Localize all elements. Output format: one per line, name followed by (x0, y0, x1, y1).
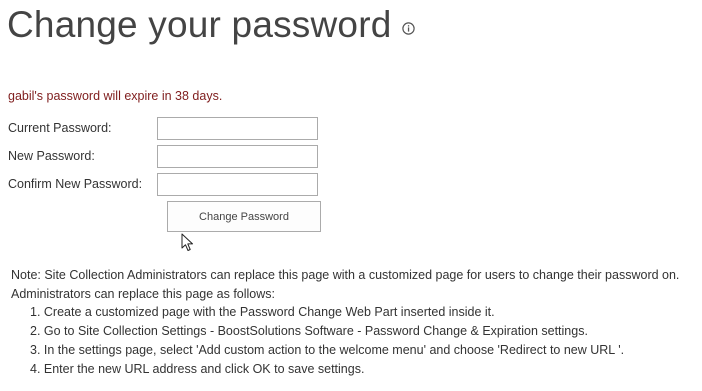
confirm-password-input[interactable] (157, 172, 318, 196)
note-step: 3. In the settings page, select 'Add cus… (30, 342, 625, 357)
note-line: Administrators can replace this page as … (11, 286, 276, 301)
page-header: Change your password (7, 0, 415, 50)
page-title: Change your password (7, 4, 392, 45)
note-steps-list: 1. Create a customized page with the Pas… (11, 303, 679, 378)
admin-note: Note: Site Collection Administrators can… (11, 266, 679, 378)
new-password-label: New Password: (8, 149, 95, 163)
info-icon[interactable] (401, 21, 415, 35)
note-step: 2. Go to Site Collection Settings - Boos… (30, 324, 588, 339)
note-line: Note: Site Collection Administrators can… (11, 268, 680, 282)
current-password-row: Current Password: (8, 116, 318, 140)
mouse-pointer-icon (181, 233, 193, 251)
note-step: 4. Enter the new URL address and click O… (30, 361, 365, 376)
confirm-password-label: Confirm New Password: (8, 177, 143, 191)
new-password-row: New Password: (8, 144, 318, 168)
note-step: 1. Create a customized page with the Pas… (30, 305, 495, 320)
new-password-input[interactable] (157, 144, 318, 168)
current-password-input[interactable] (157, 116, 318, 140)
confirm-password-row: Confirm New Password: (8, 172, 318, 196)
change-password-button[interactable]: Change Password (167, 201, 321, 232)
current-password-label: Current Password: (8, 121, 112, 135)
password-expiry-message: gabil's password will expire in 38 days. (8, 89, 223, 103)
